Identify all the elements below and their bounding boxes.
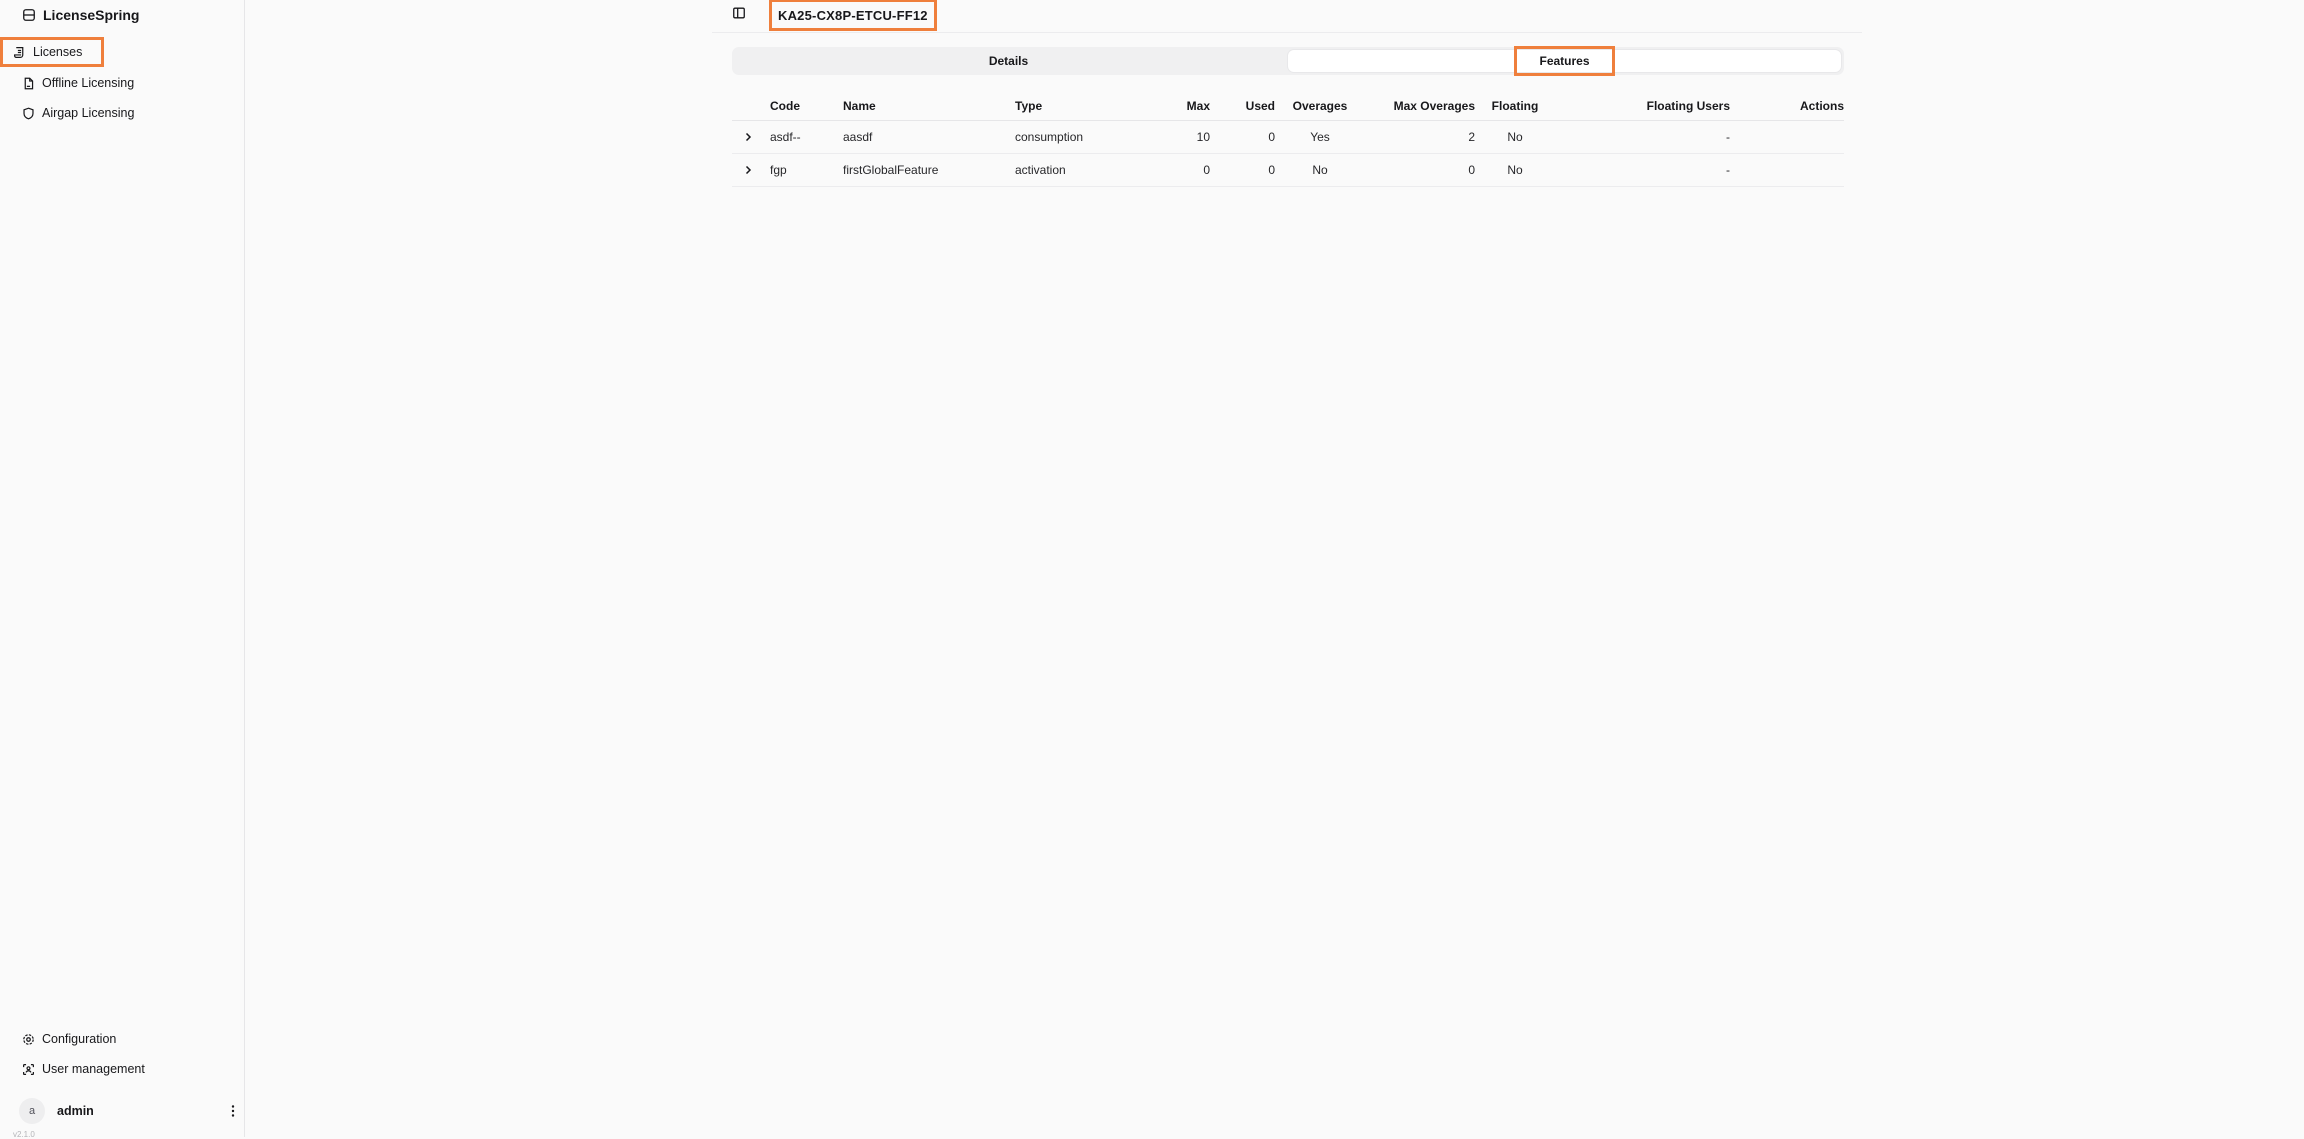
chevron-right-icon[interactable] <box>740 129 756 145</box>
cell-max-overages: 0 <box>1365 153 1475 187</box>
cell-name: firstGlobalFeature <box>843 153 1015 187</box>
more-vertical-icon[interactable] <box>225 1103 241 1119</box>
header-max[interactable]: Max <box>1135 92 1210 121</box>
cell-floating-users: - <box>1555 153 1730 187</box>
sidebar-toggle-icon[interactable] <box>732 6 748 22</box>
cell-max: 10 <box>1135 120 1210 154</box>
cell-overages: No <box>1275 153 1365 187</box>
sidebar-item-airgap-licensing[interactable]: Airgap Licensing <box>22 103 134 123</box>
tab-label: Features <box>1514 46 1615 76</box>
version-label: v2.1.0 <box>13 1130 35 1139</box>
cell-code: fgp <box>770 153 843 187</box>
header-type[interactable]: Type <box>1015 92 1135 121</box>
cell-floating: No <box>1475 153 1555 187</box>
sidebar-item-user-management[interactable]: User management <box>22 1059 145 1079</box>
table-row: asdf-- aasdf consumption 10 0 Yes 2 No - <box>732 120 1844 154</box>
sidebar-item-label: Offline Licensing <box>42 76 135 90</box>
cell-type: activation <box>1015 153 1135 187</box>
cell-max-overages: 2 <box>1365 120 1475 154</box>
sidebar-item-label: Airgap Licensing <box>42 106 135 120</box>
table-header-row: Code Name Type Max Used Overages Max Ove… <box>732 92 1844 121</box>
header-floating[interactable]: Floating <box>1475 92 1555 121</box>
username: admin <box>57 1104 94 1118</box>
brand[interactable]: LicenseSpring <box>22 5 139 25</box>
tab-list: Details Features <box>732 46 1844 76</box>
sidebar-item-licenses[interactable]: Licenses <box>0 37 104 67</box>
tab-label: Details <box>988 54 1029 68</box>
cell-actions <box>1730 153 1844 187</box>
tab-details[interactable]: Details <box>732 47 1285 75</box>
file-icon <box>22 77 35 90</box>
scroll-icon <box>13 46 26 59</box>
top-bar: KA25-CX8P-ETCU-FF12 <box>712 0 1862 33</box>
features-table: Code Name Type Max Used Overages Max Ove… <box>732 92 1844 187</box>
cell-max: 0 <box>1135 153 1210 187</box>
header-expand <box>732 92 770 121</box>
user-scan-icon <box>22 1063 35 1076</box>
sidebar-item-label: Licenses <box>33 45 83 59</box>
sidebar-item-configuration[interactable]: Configuration <box>22 1029 116 1049</box>
database-icon <box>22 8 36 22</box>
sidebar: LicenseSpring Licenses Offline Licensing <box>0 0 245 1137</box>
page-title: KA25-CX8P-ETCU-FF12 <box>769 0 937 31</box>
header-max-overages[interactable]: Max Overages <box>1365 92 1475 121</box>
sidebar-item-offline-licensing[interactable]: Offline Licensing <box>22 73 134 93</box>
cell-used: 0 <box>1210 153 1275 187</box>
cell-actions <box>1730 120 1844 154</box>
sidebar-item-label: User management <box>42 1062 145 1076</box>
sidebar-item-label: Configuration <box>42 1032 117 1046</box>
chevron-right-icon[interactable] <box>740 162 756 178</box>
cell-floating: No <box>1475 120 1555 154</box>
cell-floating-users: - <box>1555 120 1730 154</box>
header-used[interactable]: Used <box>1210 92 1275 121</box>
cell-used: 0 <box>1210 120 1275 154</box>
cell-overages: Yes <box>1275 120 1365 154</box>
shield-icon <box>22 107 35 120</box>
header-floating-users[interactable]: Floating Users <box>1555 92 1730 121</box>
header-name[interactable]: Name <box>843 92 1015 121</box>
cell-name: aasdf <box>843 120 1015 154</box>
header-overages[interactable]: Overages <box>1275 92 1365 121</box>
tab-features[interactable]: Features <box>1288 46 1841 76</box>
header-actions: Actions <box>1730 92 1844 121</box>
user-menu[interactable]: a admin <box>19 1098 241 1124</box>
cell-code: asdf-- <box>770 120 843 154</box>
header-code[interactable]: Code <box>770 92 843 121</box>
gear-icon <box>22 1033 35 1046</box>
brand-name: LicenseSpring <box>43 7 140 23</box>
table-row: fgp firstGlobalFeature activation 0 0 No… <box>732 153 1844 187</box>
cell-type: consumption <box>1015 120 1135 154</box>
avatar: a <box>19 1098 45 1124</box>
